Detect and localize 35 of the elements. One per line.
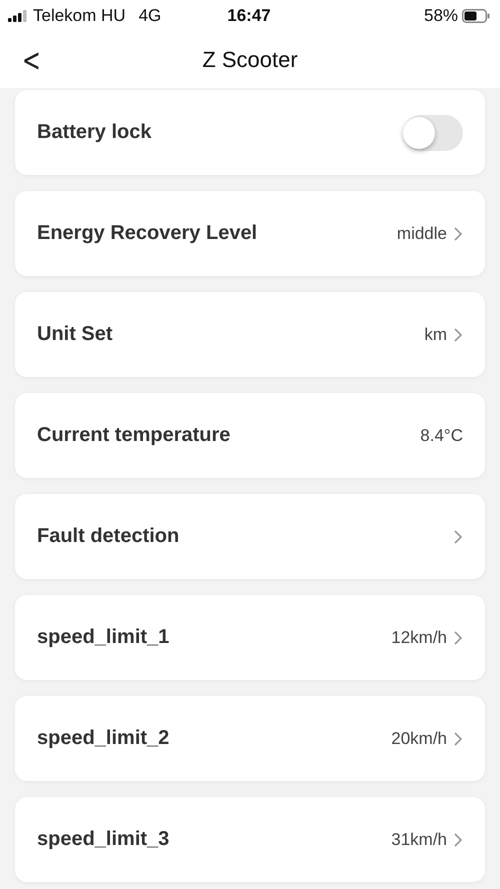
chevron-icon xyxy=(453,226,463,242)
chevron-icon xyxy=(453,326,463,342)
setting-row[interactable]: speed_limit_3 31km/h xyxy=(15,797,485,882)
setting-value: 12km/h xyxy=(391,628,447,648)
battery-icon xyxy=(462,9,490,23)
signal-icon xyxy=(8,10,28,22)
toggle-switch[interactable] xyxy=(403,114,463,150)
setting-label: speed_limit_3 xyxy=(37,828,170,851)
setting-value: 20km/h xyxy=(391,728,447,748)
battery-percent: 58% xyxy=(424,6,458,26)
setting-value: 8.4°C xyxy=(420,426,463,446)
setting-label: Battery lock xyxy=(37,121,152,144)
setting-row[interactable]: speed_limit_2 20km/h xyxy=(15,696,485,781)
setting-label: Fault detection xyxy=(37,525,180,548)
setting-row[interactable]: Unit Set km xyxy=(15,292,485,377)
setting-row[interactable]: speed_limit_1 12km/h xyxy=(15,595,485,680)
carrier-name: Telekom HU xyxy=(33,6,126,26)
setting-value: 31km/h xyxy=(391,830,447,850)
setting-label: speed_limit_2 xyxy=(37,727,170,750)
setting-label: Unit Set xyxy=(37,323,114,346)
status-time: 16:47 xyxy=(226,6,272,26)
back-button[interactable]: < xyxy=(19,44,44,76)
screen-title: Z Scooter xyxy=(202,47,298,73)
setting-row[interactable]: Fault detection xyxy=(15,494,485,579)
setting-label: Energy Recovery Level xyxy=(37,222,258,245)
setting-value: km xyxy=(424,324,447,344)
chevron-icon xyxy=(453,630,463,646)
setting-label: speed_limit_1 xyxy=(37,626,170,649)
chevron-icon xyxy=(453,832,463,848)
setting-row[interactable]: Energy Recovery Level middle xyxy=(15,191,485,276)
network-type: 4G xyxy=(138,6,162,26)
chevron-icon xyxy=(453,528,463,544)
setting-label: Current temperature xyxy=(37,424,232,447)
setting-value: middle xyxy=(396,224,447,244)
chevron-icon xyxy=(453,730,463,746)
